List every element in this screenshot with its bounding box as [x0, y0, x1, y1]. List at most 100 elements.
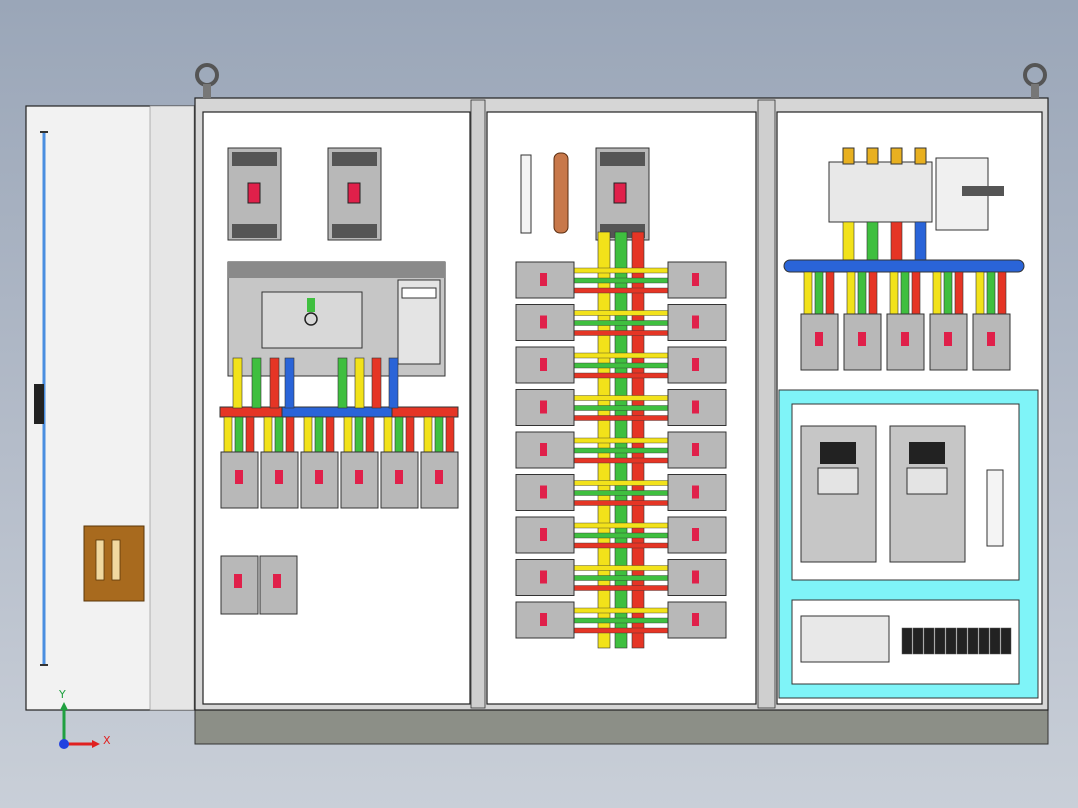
feeder-dropper [986, 271, 996, 315]
dropper-bar [354, 357, 365, 409]
feeder-dropper [868, 271, 878, 315]
dropper-bar [284, 357, 295, 409]
feeder-dropper [857, 271, 867, 315]
cabinet-plinth [194, 707, 1049, 745]
breaker-handle [901, 332, 909, 346]
dropper-bar [232, 357, 243, 409]
feeder-dropper [943, 271, 953, 315]
dropper-bar [337, 357, 348, 409]
breaker-handle [692, 400, 699, 414]
breaker-handle [692, 443, 699, 456]
link-bar [573, 627, 669, 634]
feeder-dropper [423, 416, 433, 454]
link-bar [573, 500, 669, 506]
terminal [967, 627, 979, 655]
open-door[interactable] [25, 105, 195, 711]
breaker-handle [540, 570, 547, 584]
breaker-handle [540, 613, 547, 626]
breaker-handle [692, 358, 699, 371]
plc-module[interactable] [800, 615, 890, 663]
copper-neutral-bar [553, 152, 569, 234]
feeder-dropper [932, 271, 942, 315]
feeder-dropper [223, 416, 233, 454]
breaker-handle [235, 470, 243, 484]
busbar-blue [783, 259, 1025, 273]
right-breaker-row[interactable] [800, 313, 1011, 371]
busbar-blue [281, 406, 393, 418]
breaker-handle [692, 273, 699, 286]
link-bar [573, 415, 669, 421]
link-bar [573, 405, 669, 411]
dropper-bar [251, 357, 262, 409]
breaker-handle [692, 528, 699, 541]
breaker-handle [692, 485, 699, 499]
vfd-drive-1[interactable] [800, 425, 877, 563]
terminal-lug [866, 147, 879, 165]
breaker-handle [540, 443, 547, 456]
riser-bar [842, 221, 855, 263]
feeder-dropper [445, 416, 455, 454]
link-bar [573, 565, 669, 571]
feeder-dropper [234, 416, 244, 454]
link-bar [573, 352, 669, 359]
terminal [901, 627, 913, 655]
link-bar [573, 480, 669, 486]
terminal [956, 627, 968, 655]
incoming-breaker-2[interactable] [327, 147, 382, 241]
feeder-dropper [900, 271, 910, 315]
feeder-dropper [846, 271, 856, 315]
feeder-dropper [274, 416, 284, 454]
breaker-handle [355, 470, 363, 484]
dropper-bar [371, 357, 382, 409]
breaker-handle [540, 528, 547, 541]
breaker-handle [275, 470, 283, 484]
right-busbar [783, 259, 1025, 315]
isolator-switch[interactable] [828, 157, 1004, 231]
link-bar [573, 395, 669, 401]
link-bar [573, 585, 669, 591]
breaker-handle [692, 315, 699, 329]
vfd-drive-2[interactable] [889, 425, 966, 563]
dropper-bar [269, 357, 280, 409]
breaker-handle [540, 485, 547, 499]
terminal-lug [890, 147, 903, 165]
feeder-dropper [997, 271, 1007, 315]
feeder-dropper [954, 271, 964, 315]
breaker-handle [858, 332, 866, 346]
feeder-dropper [263, 416, 273, 454]
breaker-handle [540, 400, 547, 414]
cabinet-drawing: X Y [25, 63, 1049, 749]
terminal-lug [914, 147, 927, 165]
feeder-dropper [803, 271, 813, 315]
breaker-handle [944, 332, 952, 346]
breaker-handle [815, 332, 823, 346]
lifting-eye-right [1023, 63, 1047, 98]
feeder-dropper [365, 416, 375, 454]
link-bar [573, 617, 669, 624]
link-bar [573, 457, 669, 464]
breaker-handle [435, 470, 443, 484]
link-bar [573, 310, 669, 316]
link-bar [573, 267, 669, 274]
incoming-breaker-1[interactable] [227, 147, 282, 241]
breaker-handle [540, 358, 547, 371]
dropper-bar [388, 357, 399, 409]
middle-main-breaker[interactable] [595, 147, 650, 241]
terminal [1000, 627, 1012, 655]
link-bar [573, 447, 669, 454]
terminal [934, 627, 946, 655]
breaker-handle [315, 470, 323, 484]
riser-bar [914, 221, 927, 263]
axis-x-label: X [103, 734, 111, 747]
link-bar [573, 330, 669, 336]
feeder-dropper [285, 416, 295, 454]
lifting-eye-left [195, 63, 219, 98]
feeder-dropper [314, 416, 324, 454]
terminal [945, 627, 957, 655]
feeder-dropper [325, 416, 335, 454]
terminal-lug [842, 147, 855, 165]
axis-y-label: Y [58, 688, 66, 701]
riser-bar [866, 221, 879, 263]
feeder-dropper [394, 416, 404, 454]
link-bar [573, 575, 669, 581]
